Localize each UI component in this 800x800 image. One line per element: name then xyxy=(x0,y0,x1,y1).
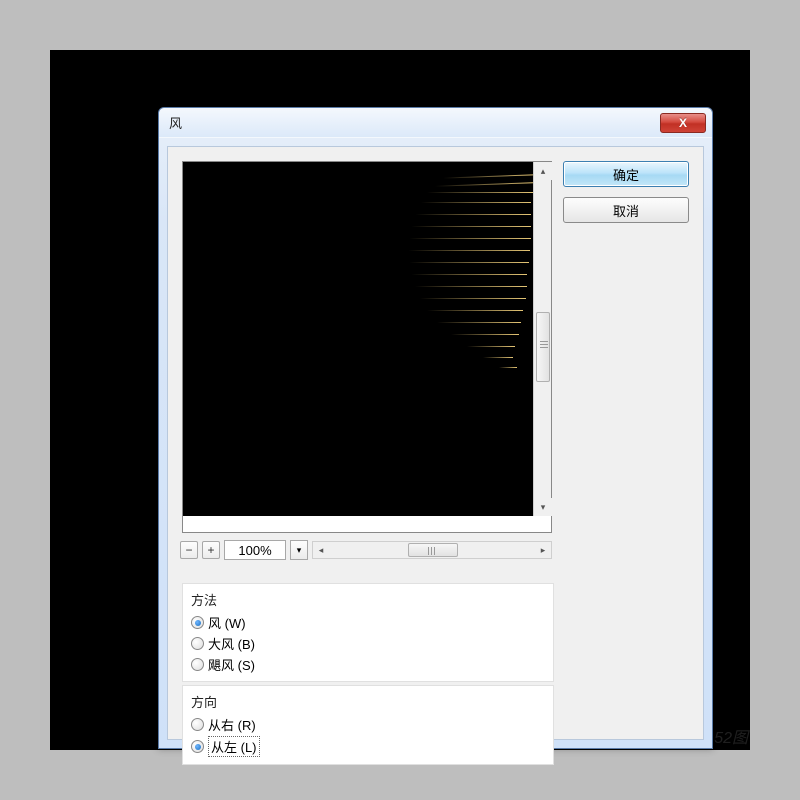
method-option-wind[interactable]: 风 (W) xyxy=(191,612,545,633)
zoom-out-button[interactable]: − xyxy=(180,541,198,559)
dialog-title: 风 xyxy=(169,113,182,132)
close-button[interactable]: X xyxy=(660,113,706,133)
zoom-in-button[interactable]: + xyxy=(202,541,220,559)
radio-label: 大风 (B) xyxy=(208,634,255,653)
radio-label: 风 (W) xyxy=(208,613,246,632)
direction-option-from-left[interactable]: 从左 (L) xyxy=(191,735,545,758)
dialog-body: ▴ ▾ − + 100% ▾ ◂ ▸ 确定 取消 方法 风 (W) xyxy=(167,146,704,740)
cancel-button[interactable]: 取消 xyxy=(563,197,689,223)
direction-option-from-right[interactable]: 从右 (R) xyxy=(191,714,545,735)
scroll-down-icon[interactable]: ▾ xyxy=(534,498,552,516)
wind-filter-dialog: 风 X xyxy=(158,107,713,749)
close-icon: X xyxy=(679,116,687,130)
direction-group-title: 方向 xyxy=(191,692,545,711)
radio-icon xyxy=(191,718,204,731)
preview-image[interactable] xyxy=(183,162,535,516)
radio-icon xyxy=(191,616,204,629)
scroll-left-icon[interactable]: ◂ xyxy=(313,542,329,558)
method-option-stagger[interactable]: 飓风 (S) xyxy=(191,654,545,675)
dialog-buttons: 确定 取消 xyxy=(563,161,689,233)
zoom-dropdown[interactable]: ▾ xyxy=(290,540,308,560)
scroll-up-icon[interactable]: ▴ xyxy=(534,162,552,180)
radio-icon xyxy=(191,740,204,753)
preview-panel: ▴ ▾ xyxy=(182,161,552,533)
radio-label: 从右 (R) xyxy=(208,715,256,734)
radio-icon xyxy=(191,637,204,650)
ok-button[interactable]: 确定 xyxy=(563,161,689,187)
radio-label: 从左 (L) xyxy=(208,736,260,757)
hscroll-thumb[interactable] xyxy=(408,543,458,557)
preview-vscrollbar[interactable]: ▴ ▾ xyxy=(533,162,551,516)
preview-hscrollbar[interactable]: ◂ ▸ xyxy=(312,541,552,559)
titlebar[interactable]: 风 X xyxy=(159,108,712,138)
watermark: 52图 xyxy=(714,724,748,748)
method-group-title: 方法 xyxy=(191,590,545,609)
method-option-blast[interactable]: 大风 (B) xyxy=(191,633,545,654)
method-group: 方法 风 (W) 大风 (B) 飓风 (S) xyxy=(182,583,554,682)
zoom-value[interactable]: 100% xyxy=(224,540,286,560)
vscroll-thumb[interactable] xyxy=(536,312,550,382)
scroll-right-icon[interactable]: ▸ xyxy=(535,542,551,558)
radio-icon xyxy=(191,658,204,671)
direction-group: 方向 从右 (R) 从左 (L) xyxy=(182,685,554,765)
radio-label: 飓风 (S) xyxy=(208,655,255,674)
zoom-controls: − + 100% ▾ ◂ ▸ xyxy=(180,539,552,561)
